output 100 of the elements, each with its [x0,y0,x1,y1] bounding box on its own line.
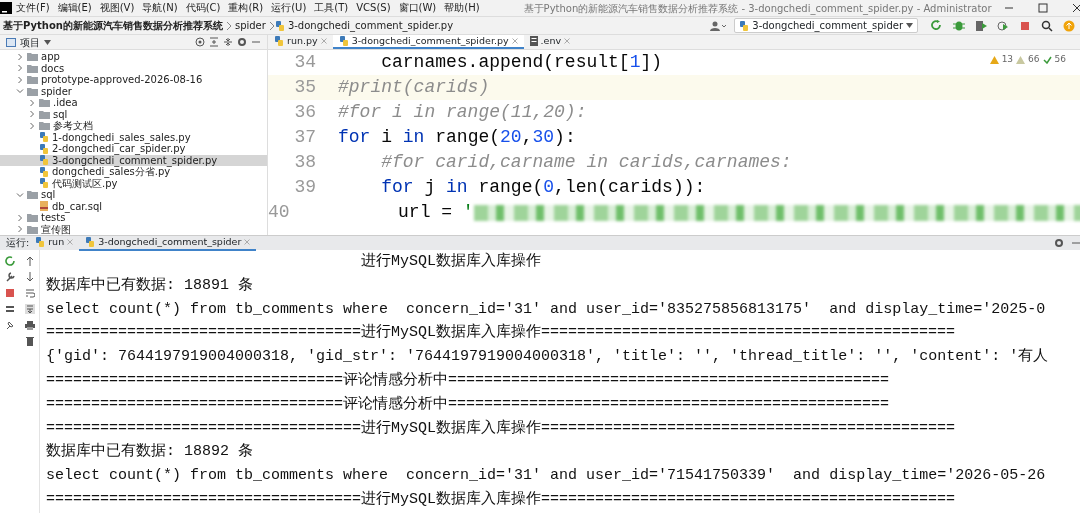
menu-item[interactable]: 编辑(E) [53,1,96,15]
editor-tab[interactable]: 3-dongchedi_comment_spider.py [332,35,524,49]
line-number: 39 [293,176,317,199]
code-line: url = ' [311,200,1080,225]
run-configuration-dropdown[interactable]: 3-dongchedi_comment_spider [734,18,918,33]
bug-icon[interactable] [953,19,965,32]
tree-item[interactable]: 宣传图 [0,223,267,235]
console-line: =================================评论情感分析中================================================= [46,394,890,415]
menu-item[interactable]: 重构(R) [224,1,268,15]
caret-icon [906,23,913,28]
locate-icon[interactable] [195,37,205,47]
menu-item[interactable]: 帮助(H) [440,1,484,15]
collapse-all-icon[interactable] [223,37,233,47]
panel-title[interactable]: 项目 [20,34,40,50]
typo-count[interactable]: 56 [1054,53,1066,67]
tree-item[interactable]: dongchedi_sales分省.py [0,166,267,178]
expand-all-icon[interactable] [209,37,219,47]
console-line: =================================评论情感分析中================================================= [46,370,890,391]
menu-item[interactable]: VCS(S) [352,1,395,15]
console-line: select count(*) from tb_comments where concern_id='31' and user_id='71541750339' and display_time='2026-05-26 [46,466,1046,487]
tree-item[interactable]: docs [0,62,267,74]
warning-count[interactable]: 13 [1001,53,1014,67]
code-line: #print(carids) [338,76,490,99]
breadcrumb-item[interactable]: 基于Python的新能源汽车销售数据分析推荐系统 [0,18,226,33]
menu-item[interactable]: 文件(F) [12,1,54,15]
tree-item[interactable]: app [0,51,267,63]
tree-item[interactable]: spider [0,85,267,97]
python-file-icon [739,20,750,31]
console-line: ===================================进行MySQL数据库入库操作============================================== [46,322,956,344]
run-tab[interactable]: run [29,235,80,251]
line-number: 34 [293,51,317,74]
code-line: carnames.append(result[1]) [380,51,663,74]
soft-wrap-icon[interactable] [25,288,35,298]
tree-item[interactable]: 2-dongchedi_car_spider.py [0,143,267,155]
python-file-icon [39,178,49,189]
coverage-icon[interactable] [975,19,987,32]
search-icon[interactable] [1041,19,1053,32]
console-line: 进行MySQL数据库入库操作 [360,251,542,272]
text-file-icon [529,36,538,46]
python-file-icon [274,36,284,46]
menu-item[interactable]: 视图(V) [95,1,139,15]
weak-warning-count[interactable]: 66 [1028,53,1040,67]
settings-icon[interactable] [1054,238,1064,248]
editor-tab[interactable]: run.py [268,35,333,49]
tree-item[interactable]: .idea [0,97,267,109]
folder-icon [27,75,38,85]
weak-warning-icon [1016,55,1026,64]
down-arrow-icon[interactable] [25,272,35,282]
tree-item[interactable]: sql [0,189,267,201]
stop-icon[interactable] [1019,19,1031,32]
tree-item[interactable]: prototype-approved-2026-08-16 [0,74,267,86]
menu-item[interactable]: 导航(N) [138,1,182,15]
tree-item[interactable]: tests [0,212,267,224]
update-icon[interactable] [1063,19,1075,32]
python-file-icon [39,155,49,166]
settings-icon[interactable] [237,37,247,47]
line-number: 36 [293,101,317,124]
menu-item[interactable]: 窗口(W) [394,1,441,15]
console-line: ===================================进行MySQL数据库入库操作============================================== [46,418,956,439]
tree-item[interactable]: 1-dongchedi_sales_sales.py [0,131,267,143]
scroll-to-end-icon[interactable] [25,304,35,314]
warning-icon [989,55,999,64]
tree-item[interactable]: 参考文档 [0,120,267,132]
folder-icon [27,52,38,62]
tree-item[interactable]: 3-dongchedi_comment_spider.py [0,154,267,166]
print-icon[interactable] [25,320,35,330]
python-file-icon [85,237,96,247]
chevron-down-icon[interactable] [16,87,24,96]
menu-item[interactable]: 代码(C) [181,1,225,15]
profile-icon[interactable] [997,19,1009,32]
python-file-icon [39,143,49,154]
line-number: 40 [268,201,291,224]
layout-icon[interactable] [5,304,15,314]
maximize-icon[interactable] [1037,3,1048,13]
stop-icon[interactable] [5,288,15,298]
wrench-icon[interactable] [5,272,15,282]
menu-item[interactable]: 运行(U) [267,1,311,15]
breadcrumb-item[interactable]: spider [231,18,269,33]
chevron-down-icon[interactable] [16,190,24,199]
folder-icon [39,109,50,119]
pin-icon[interactable] [5,320,15,330]
rerun-icon[interactable] [5,256,15,266]
up-arrow-icon[interactable] [25,256,35,266]
close-icon[interactable] [1071,3,1080,13]
delete-icon[interactable] [25,336,35,346]
menu-item[interactable]: 工具(T) [310,1,353,15]
caret-icon[interactable] [44,39,51,45]
check-icon [1042,55,1052,64]
panel-icon [6,37,16,47]
tree-item[interactable]: 代码测试区.py [0,177,267,189]
rerun-icon[interactable] [931,19,943,32]
tree-item[interactable]: sql [0,108,267,120]
breadcrumb-item[interactable]: 3-dongchedi_comment_spider.py [284,18,457,33]
editor-tab[interactable]: .env [523,35,577,49]
tree-item[interactable]: db_car.sql [0,200,267,212]
chevron-right-icon [225,20,232,31]
line-number: 37 [293,126,317,149]
run-tab[interactable]: 3-dongchedi_comment_spider [79,235,257,251]
user-icon[interactable] [710,20,727,31]
python-file-icon [39,132,49,143]
